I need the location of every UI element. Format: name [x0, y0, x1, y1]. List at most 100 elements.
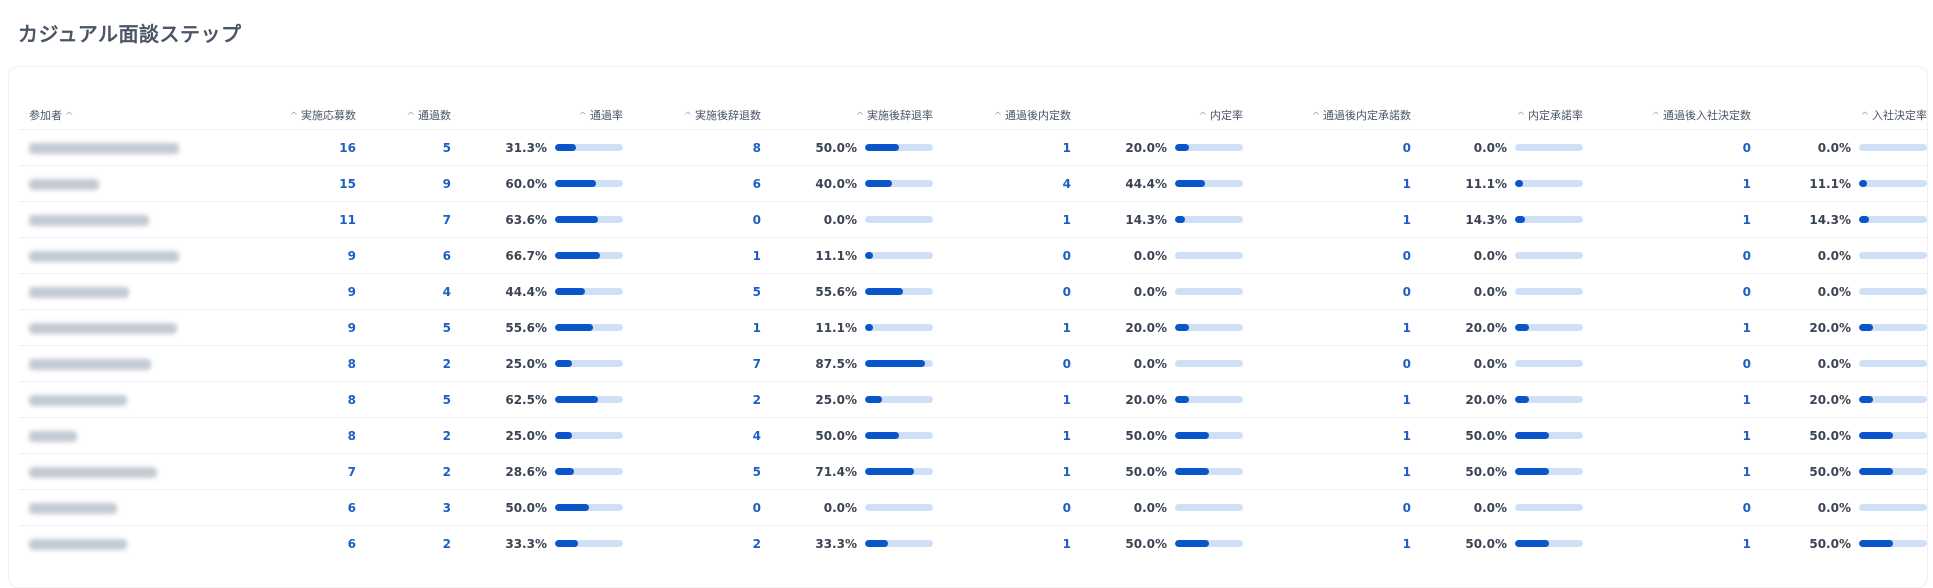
passed-value[interactable]: 5	[356, 129, 451, 166]
col-header-applications[interactable]: ^ 実施応募数	[274, 101, 356, 130]
post-offer-value[interactable]: 1	[933, 381, 1071, 418]
post-accept-value[interactable]: 0	[1243, 273, 1411, 310]
passed-value[interactable]: 2	[356, 525, 451, 561]
join-rate-cell: 50.0%	[1751, 417, 1927, 454]
post-join-value[interactable]: 1	[1583, 201, 1751, 238]
offer-rate-value: 20.0%	[1125, 140, 1167, 155]
post-decline-value[interactable]: 1	[623, 309, 761, 346]
applications-value[interactable]: 9	[274, 237, 356, 274]
progress-bar-fill	[555, 288, 586, 295]
progress-bar-fill	[1515, 540, 1549, 547]
applications-value[interactable]: 8	[274, 417, 356, 454]
post-accept-value[interactable]: 0	[1243, 129, 1411, 166]
post-accept-value[interactable]: 0	[1243, 489, 1411, 526]
post-offer-value[interactable]: 0	[933, 273, 1071, 310]
post-join-value[interactable]: 1	[1583, 453, 1751, 490]
post-accept-value[interactable]: 0	[1243, 345, 1411, 382]
col-header-post-decline[interactable]: ^ 実施後辞退数	[623, 101, 761, 130]
post-accept-value[interactable]: 1	[1243, 165, 1411, 202]
post-offer-value[interactable]: 1	[933, 309, 1071, 346]
col-header-participant[interactable]: 参加者 ^	[19, 101, 274, 130]
progress-bar	[555, 180, 623, 187]
post-offer-value[interactable]: 1	[933, 453, 1071, 490]
passed-value[interactable]: 5	[356, 381, 451, 418]
offer-rate-value: 20.0%	[1125, 320, 1167, 335]
col-header-post-join[interactable]: ^ 通過後入社決定数	[1583, 101, 1751, 130]
post-decline-rate-cell: 0.0%	[761, 489, 933, 526]
passed-value[interactable]: 7	[356, 201, 451, 238]
col-header-post-decline-rate[interactable]: ^ 実施後辞退率	[761, 101, 933, 130]
col-header-join-rate[interactable]: ^ 入社決定率	[1751, 101, 1927, 130]
applications-value[interactable]: 8	[274, 381, 356, 418]
post-decline-value[interactable]: 4	[623, 417, 761, 454]
post-decline-value[interactable]: 5	[623, 273, 761, 310]
post-join-value[interactable]: 1	[1583, 165, 1751, 202]
col-header-pass-rate[interactable]: ^ 通過率	[451, 101, 623, 130]
passed-value[interactable]: 3	[356, 489, 451, 526]
post-decline-value[interactable]: 0	[623, 489, 761, 526]
post-join-value[interactable]: 1	[1583, 525, 1751, 561]
post-decline-value[interactable]: 7	[623, 345, 761, 382]
post-offer-value[interactable]: 0	[933, 237, 1071, 274]
post-accept-value[interactable]: 1	[1243, 201, 1411, 238]
post-offer-value[interactable]: 1	[933, 417, 1071, 454]
progress-bar-fill	[865, 396, 882, 403]
applications-value[interactable]: 6	[274, 525, 356, 561]
post-offer-value[interactable]: 0	[933, 489, 1071, 526]
col-header-accept-rate[interactable]: ^ 内定承諾率	[1411, 101, 1583, 130]
passed-value[interactable]: 2	[356, 345, 451, 382]
post-accept-value[interactable]: 1	[1243, 309, 1411, 346]
post-accept-value[interactable]: 1	[1243, 525, 1411, 561]
post-join-value[interactable]: 1	[1583, 381, 1751, 418]
pass-rate-cell: 50.0%	[451, 489, 623, 526]
post-decline-value[interactable]: 5	[623, 453, 761, 490]
progress-bar	[1859, 540, 1927, 547]
post-offer-value[interactable]: 1	[933, 201, 1071, 238]
pass-rate-value: 50.0%	[505, 500, 547, 515]
post-join-value[interactable]: 0	[1583, 345, 1751, 382]
post-offer-value[interactable]: 4	[933, 165, 1071, 202]
col-header-passed[interactable]: ^ 通過数	[356, 101, 451, 130]
post-offer-value[interactable]: 1	[933, 525, 1071, 561]
progress-bar-fill	[865, 324, 873, 331]
applications-value[interactable]: 9	[274, 309, 356, 346]
passed-value[interactable]: 2	[356, 453, 451, 490]
col-header-post-accept[interactable]: ^ 通過後内定承諾数	[1243, 101, 1411, 130]
applications-value[interactable]: 15	[274, 165, 356, 202]
post-accept-value[interactable]: 1	[1243, 381, 1411, 418]
applications-value[interactable]: 16	[274, 129, 356, 166]
post-accept-value[interactable]: 0	[1243, 237, 1411, 274]
applications-value[interactable]: 6	[274, 489, 356, 526]
progress-bar	[865, 468, 933, 475]
post-decline-value[interactable]: 6	[623, 165, 761, 202]
passed-value[interactable]: 9	[356, 165, 451, 202]
applications-value[interactable]: 7	[274, 453, 356, 490]
post-decline-value[interactable]: 1	[623, 237, 761, 274]
passed-value[interactable]: 5	[356, 309, 451, 346]
passed-value[interactable]: 4	[356, 273, 451, 310]
post-accept-value[interactable]: 1	[1243, 453, 1411, 490]
col-header-post-offer[interactable]: ^ 通過後内定数	[933, 101, 1071, 130]
post-decline-value[interactable]: 8	[623, 129, 761, 166]
passed-value[interactable]: 2	[356, 417, 451, 454]
offer-rate-cell: 50.0%	[1071, 525, 1243, 561]
post-offer-value[interactable]: 1	[933, 129, 1071, 166]
post-decline-value[interactable]: 2	[623, 525, 761, 561]
post-join-value[interactable]: 0	[1583, 273, 1751, 310]
post-offer-value[interactable]: 0	[933, 345, 1071, 382]
applications-value[interactable]: 9	[274, 273, 356, 310]
progress-bar	[555, 396, 623, 403]
post-decline-value[interactable]: 0	[623, 201, 761, 238]
accept-rate-value: 0.0%	[1473, 356, 1507, 371]
post-join-value[interactable]: 0	[1583, 237, 1751, 274]
post-decline-value[interactable]: 2	[623, 381, 761, 418]
post-join-value[interactable]: 0	[1583, 489, 1751, 526]
post-join-value[interactable]: 1	[1583, 417, 1751, 454]
applications-value[interactable]: 11	[274, 201, 356, 238]
col-header-offer-rate[interactable]: ^ 内定率	[1071, 101, 1243, 130]
post-join-value[interactable]: 1	[1583, 309, 1751, 346]
applications-value[interactable]: 8	[274, 345, 356, 382]
post-join-value[interactable]: 0	[1583, 129, 1751, 166]
passed-value[interactable]: 6	[356, 237, 451, 274]
post-accept-value[interactable]: 1	[1243, 417, 1411, 454]
